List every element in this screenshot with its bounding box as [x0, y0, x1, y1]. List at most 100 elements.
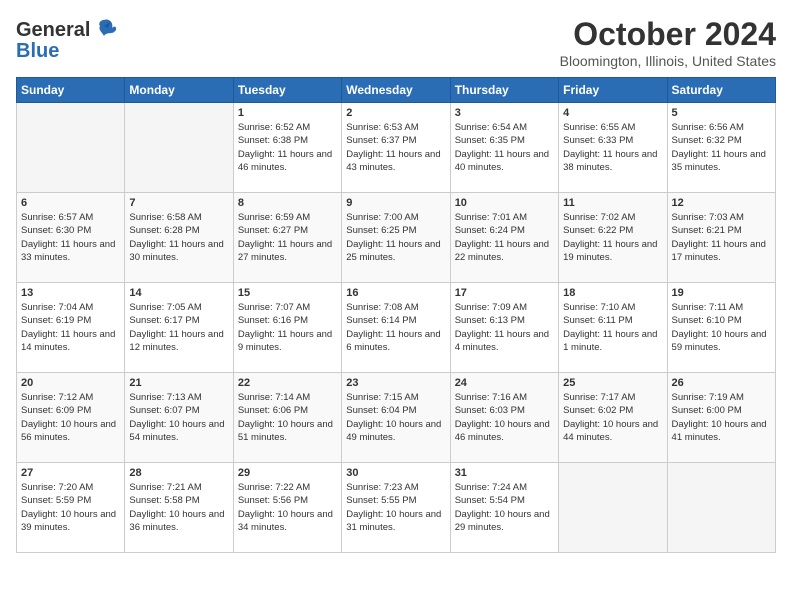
calendar-cell: 6 Sunrise: 6:57 AM Sunset: 6:30 PM Daylig…: [17, 193, 125, 283]
calendar-cell: 29 Sunrise: 7:22 AM Sunset: 5:56 PM Dayli…: [233, 463, 341, 553]
logo: General Blue: [16, 16, 118, 63]
day-number: 24: [455, 377, 554, 389]
day-number: 30: [346, 467, 445, 479]
page-title: October 2024: [560, 16, 776, 53]
day-number: 6: [21, 197, 120, 209]
day-info: Sunrise: 6:56 AM Sunset: 6:32 PM Dayligh…: [672, 121, 771, 174]
day-number: 4: [563, 107, 662, 119]
day-info: Sunrise: 6:52 AM Sunset: 6:38 PM Dayligh…: [238, 121, 337, 174]
calendar-body: 1Sunrise: 6:52 AM Sunset: 6:38 PM Daylig…: [17, 103, 776, 553]
page-subtitle: Bloomington, Illinois, United States: [560, 53, 776, 69]
calendar-cell: 25 Sunrise: 7:17 AM Sunset: 6:02 PM Dayli…: [559, 373, 667, 463]
calendar-cell: [17, 103, 125, 193]
day-info: Sunrise: 7:14 AM Sunset: 6:06 PM Dayligh…: [238, 391, 337, 444]
calendar-cell: 17 Sunrise: 7:09 AM Sunset: 6:13 PM Dayli…: [450, 283, 558, 373]
day-number: 26: [672, 377, 771, 389]
day-number: 31: [455, 467, 554, 479]
day-info: Sunrise: 7:22 AM Sunset: 5:56 PM Dayligh…: [238, 481, 337, 534]
calendar-week-0: 1Sunrise: 6:52 AM Sunset: 6:38 PM Daylig…: [17, 103, 776, 193]
day-number: 2: [346, 107, 445, 119]
calendar-cell: 31 Sunrise: 7:24 AM Sunset: 5:54 PM Dayli…: [450, 463, 558, 553]
day-info: Sunrise: 7:04 AM Sunset: 6:19 PM Dayligh…: [21, 301, 120, 354]
calendar-cell: 28Sunrise: 7:21 AM Sunset: 5:58 PM Dayli…: [125, 463, 233, 553]
day-info: Sunrise: 7:15 AM Sunset: 6:04 PM Dayligh…: [346, 391, 445, 444]
day-info: Sunrise: 7:24 AM Sunset: 5:54 PM Dayligh…: [455, 481, 554, 534]
calendar-cell: 11 Sunrise: 7:02 AM Sunset: 6:22 PM Dayli…: [559, 193, 667, 283]
calendar-cell: [667, 463, 775, 553]
calendar-header-sunday: Sunday: [17, 78, 125, 103]
day-info: Sunrise: 7:17 AM Sunset: 6:02 PM Dayligh…: [563, 391, 662, 444]
day-number: 29: [238, 467, 337, 479]
day-number: 19: [672, 287, 771, 299]
day-number: 20: [21, 377, 120, 389]
day-info: Sunrise: 7:02 AM Sunset: 6:22 PM Dayligh…: [563, 211, 662, 264]
calendar-cell: 20 Sunrise: 7:12 AM Sunset: 6:09 PM Dayli…: [17, 373, 125, 463]
day-info: Sunrise: 7:00 AM Sunset: 6:25 PM Dayligh…: [346, 211, 445, 264]
day-info: Sunrise: 7:08 AM Sunset: 6:14 PM Dayligh…: [346, 301, 445, 354]
day-number: 5: [672, 107, 771, 119]
day-number: 18: [563, 287, 662, 299]
calendar-cell: 27Sunrise: 7:20 AM Sunset: 5:59 PM Dayli…: [17, 463, 125, 553]
day-number: 9: [346, 197, 445, 209]
calendar-cell: 1Sunrise: 6:52 AM Sunset: 6:38 PM Daylig…: [233, 103, 341, 193]
day-info: Sunrise: 7:13 AM Sunset: 6:07 PM Dayligh…: [129, 391, 228, 444]
day-number: 13: [21, 287, 120, 299]
calendar-cell: 12 Sunrise: 7:03 AM Sunset: 6:21 PM Dayli…: [667, 193, 775, 283]
day-number: 28: [129, 467, 228, 479]
day-info: Sunrise: 7:03 AM Sunset: 6:21 PM Dayligh…: [672, 211, 771, 264]
day-number: 23: [346, 377, 445, 389]
calendar-cell: 9 Sunrise: 7:00 AM Sunset: 6:25 PM Daylig…: [342, 193, 450, 283]
day-info: Sunrise: 7:09 AM Sunset: 6:13 PM Dayligh…: [455, 301, 554, 354]
day-info: Sunrise: 6:54 AM Sunset: 6:35 PM Dayligh…: [455, 121, 554, 174]
day-number: 21: [129, 377, 228, 389]
day-number: 25: [563, 377, 662, 389]
calendar-cell: 18 Sunrise: 7:10 AM Sunset: 6:11 PM Dayli…: [559, 283, 667, 373]
day-info: Sunrise: 7:10 AM Sunset: 6:11 PM Dayligh…: [563, 301, 662, 354]
calendar-cell: 16 Sunrise: 7:08 AM Sunset: 6:14 PM Dayli…: [342, 283, 450, 373]
day-number: 11: [563, 197, 662, 209]
day-info: Sunrise: 7:05 AM Sunset: 6:17 PM Dayligh…: [129, 301, 228, 354]
calendar-cell: 22 Sunrise: 7:14 AM Sunset: 6:06 PM Dayli…: [233, 373, 341, 463]
calendar-week-3: 20 Sunrise: 7:12 AM Sunset: 6:09 PM Dayli…: [17, 373, 776, 463]
title-block: October 2024 Bloomington, Illinois, Unit…: [560, 16, 776, 69]
calendar-cell: 14 Sunrise: 7:05 AM Sunset: 6:17 PM Dayli…: [125, 283, 233, 373]
calendar-header-saturday: Saturday: [667, 78, 775, 103]
calendar-cell: 2Sunrise: 6:53 AM Sunset: 6:37 PM Daylig…: [342, 103, 450, 193]
day-info: Sunrise: 7:23 AM Sunset: 5:55 PM Dayligh…: [346, 481, 445, 534]
day-info: Sunrise: 6:59 AM Sunset: 6:27 PM Dayligh…: [238, 211, 337, 264]
day-number: 14: [129, 287, 228, 299]
calendar-table: SundayMondayTuesdayWednesdayThursdayFrid…: [16, 77, 776, 553]
day-number: 17: [455, 287, 554, 299]
calendar-cell: 5 Sunrise: 6:56 AM Sunset: 6:32 PM Daylig…: [667, 103, 775, 193]
day-number: 10: [455, 197, 554, 209]
day-number: 12: [672, 197, 771, 209]
day-info: Sunrise: 6:57 AM Sunset: 6:30 PM Dayligh…: [21, 211, 120, 264]
calendar-header-row: SundayMondayTuesdayWednesdayThursdayFrid…: [17, 78, 776, 103]
calendar-cell: 10Sunrise: 7:01 AM Sunset: 6:24 PM Dayli…: [450, 193, 558, 283]
calendar-header-thursday: Thursday: [450, 78, 558, 103]
day-number: 15: [238, 287, 337, 299]
day-number: 22: [238, 377, 337, 389]
day-info: Sunrise: 7:11 AM Sunset: 6:10 PM Dayligh…: [672, 301, 771, 354]
day-info: Sunrise: 6:55 AM Sunset: 6:33 PM Dayligh…: [563, 121, 662, 174]
calendar-cell: 24Sunrise: 7:16 AM Sunset: 6:03 PM Dayli…: [450, 373, 558, 463]
calendar-cell: 15 Sunrise: 7:07 AM Sunset: 6:16 PM Dayli…: [233, 283, 341, 373]
calendar-cell: 26Sunrise: 7:19 AM Sunset: 6:00 PM Dayli…: [667, 373, 775, 463]
calendar-cell: 7Sunrise: 6:58 AM Sunset: 6:28 PM Daylig…: [125, 193, 233, 283]
day-info: Sunrise: 7:20 AM Sunset: 5:59 PM Dayligh…: [21, 481, 120, 534]
logo-bird-icon: [90, 16, 118, 44]
calendar-header-wednesday: Wednesday: [342, 78, 450, 103]
calendar-cell: 23 Sunrise: 7:15 AM Sunset: 6:04 PM Dayli…: [342, 373, 450, 463]
calendar-header-friday: Friday: [559, 78, 667, 103]
calendar-header-tuesday: Tuesday: [233, 78, 341, 103]
calendar-cell: [125, 103, 233, 193]
calendar-cell: 30 Sunrise: 7:23 AM Sunset: 5:55 PM Dayli…: [342, 463, 450, 553]
day-number: 8: [238, 197, 337, 209]
calendar-cell: 4 Sunrise: 6:55 AM Sunset: 6:33 PM Daylig…: [559, 103, 667, 193]
calendar-cell: 19 Sunrise: 7:11 AM Sunset: 6:10 PM Dayli…: [667, 283, 775, 373]
calendar-week-4: 27Sunrise: 7:20 AM Sunset: 5:59 PM Dayli…: [17, 463, 776, 553]
day-number: 16: [346, 287, 445, 299]
day-info: Sunrise: 7:12 AM Sunset: 6:09 PM Dayligh…: [21, 391, 120, 444]
day-number: 3: [455, 107, 554, 119]
day-info: Sunrise: 7:07 AM Sunset: 6:16 PM Dayligh…: [238, 301, 337, 354]
